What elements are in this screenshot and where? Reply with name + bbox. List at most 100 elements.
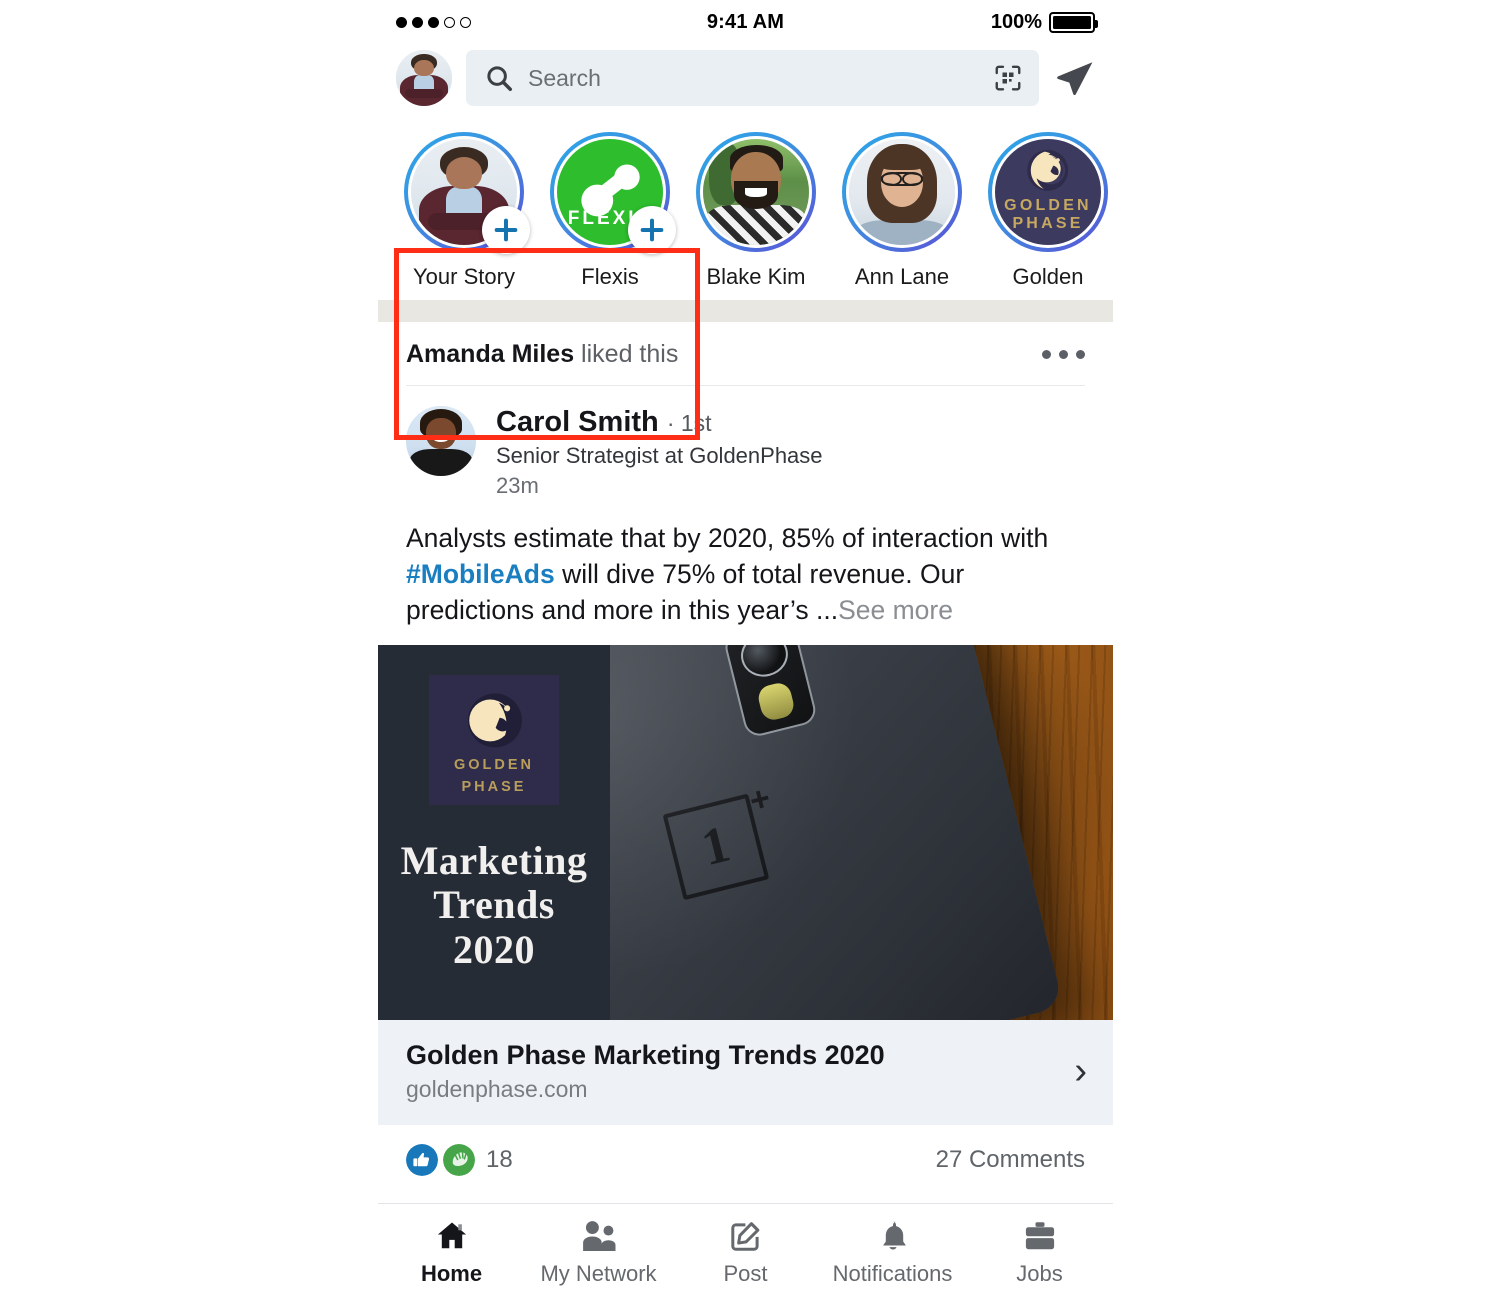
story-ring	[842, 132, 962, 252]
status-bar: 9:41 AM 100%	[378, 0, 1113, 44]
clap-reaction-icon[interactable]	[443, 1143, 475, 1176]
post-reactions-row: 18 27 Comments	[378, 1125, 1113, 1181]
briefcase-icon	[1020, 1214, 1060, 1254]
story-ring: FLEXIS	[550, 132, 676, 254]
more-options-icon[interactable]	[1042, 350, 1085, 359]
battery-icon	[1049, 11, 1098, 33]
story-label: Golden	[1012, 264, 1084, 289]
golden-brand-line2: PHASE	[1012, 215, 1084, 233]
author-headline: Senior Strategist at GoldenPhase	[496, 443, 823, 469]
phone-brand-logo: 1	[662, 793, 769, 901]
search-icon	[487, 66, 512, 91]
media-headline-line1: Marketing	[400, 837, 588, 883]
connection-degree: · 1st	[666, 410, 712, 436]
people-icon	[578, 1214, 620, 1254]
story-golden[interactable]: GOLDEN PHASE Golden	[988, 132, 1108, 290]
nav-label: Home	[420, 1260, 483, 1286]
story-thumbnail	[849, 139, 955, 245]
story-ann-lane[interactable]: Ann Lane	[842, 132, 962, 290]
stories-carousel[interactable]: Your Story FLEXIS Flexis Blake Kim Ann L…	[378, 118, 1113, 440]
post-body-text: Analysts estimate that by 2020, 85% of i…	[378, 499, 1113, 644]
bottom-navigation-bar: Home My Network Post Notifications Jobs	[378, 1203, 1113, 1296]
section-divider	[378, 300, 1113, 322]
story-thumbnail: GOLDEN PHASE	[995, 139, 1101, 245]
compose-icon	[727, 1214, 765, 1254]
media-headline-line2: Trends	[433, 882, 555, 928]
bell-icon	[874, 1214, 912, 1254]
story-label: Flexis	[581, 264, 639, 289]
golden-brand-line1: GOLDEN	[1004, 197, 1092, 215]
nav-label: Post	[723, 1260, 768, 1286]
phone-brand-mark: 1	[695, 815, 735, 878]
see-more-link[interactable]: See more	[838, 595, 953, 625]
author-photo	[406, 406, 476, 476]
story-ring	[696, 132, 816, 252]
status-bar-clock: 9:41 AM	[706, 10, 785, 33]
story-your-story[interactable]: Your Story	[404, 132, 530, 290]
moon-logo-icon	[1027, 150, 1069, 192]
hashtag-mobileads[interactable]: #MobileAds	[406, 559, 555, 589]
post-text-part1: Analysts estimate that by 2020, 85% of i…	[406, 523, 1049, 554]
chevron-right-icon[interactable]: ›	[1074, 1052, 1087, 1090]
social-proof-row: Amanda Miles liked this	[378, 322, 1113, 385]
media-headline: Marketing Trends 2020	[400, 837, 588, 973]
author-name-text: Carol Smith	[496, 406, 659, 438]
story-flexis[interactable]: FLEXIS Flexis	[550, 132, 676, 290]
send-message-icon[interactable]	[1053, 56, 1097, 100]
moon-logo-icon	[468, 693, 523, 748]
search-input[interactable]: Search	[466, 50, 1039, 106]
nav-item-my-network[interactable]: My Network	[525, 1214, 672, 1287]
comments-count[interactable]: 27 Comments	[936, 1146, 1085, 1174]
media-headline-line3: 2020	[453, 927, 535, 973]
author-name[interactable]: Carol Smith · 1st	[496, 406, 823, 439]
camera-flash	[755, 680, 796, 723]
post-timestamp: 23m	[496, 473, 539, 499]
story-thumbnail	[703, 139, 809, 245]
nav-item-notifications[interactable]: Notifications	[819, 1214, 966, 1287]
plus-icon	[640, 218, 664, 242]
social-proof-action: liked this	[574, 340, 679, 368]
link-title: Golden Phase Marketing Trends 2020	[406, 1039, 885, 1070]
goldenphase-logo: GOLDEN PHASE	[429, 674, 559, 805]
plus-icon	[494, 218, 518, 242]
post-media[interactable]: GOLDEN PHASE Marketing Trends 2020 1 +	[378, 644, 1113, 1020]
profile-photo	[396, 50, 452, 106]
post-author-row[interactable]: Carol Smith · 1st Senior Strategist at G…	[378, 386, 1113, 499]
avatar[interactable]	[396, 50, 452, 106]
search-placeholder: Search	[528, 64, 601, 91]
link-preview-text: Golden Phase Marketing Trends 2020 golde…	[406, 1040, 885, 1103]
nav-item-post[interactable]: Post	[672, 1214, 819, 1287]
media-brand-panel: GOLDEN PHASE Marketing Trends 2020	[378, 644, 610, 1020]
avatar[interactable]	[406, 406, 476, 476]
media-photo: 1	[610, 644, 1113, 1020]
story-label: Your Story	[413, 264, 515, 289]
nav-label: My Network	[540, 1260, 657, 1286]
phone-camera-module	[722, 644, 819, 739]
story-label: Ann Lane	[854, 264, 950, 289]
social-proof-text: Amanda Miles liked this	[406, 340, 678, 369]
link-preview-card[interactable]: Golden Phase Marketing Trends 2020 golde…	[378, 1019, 1113, 1125]
link-url: goldenphase.com	[406, 1075, 588, 1102]
nav-label: Jobs	[1016, 1260, 1063, 1286]
nav-item-jobs[interactable]: Jobs	[966, 1214, 1113, 1287]
add-story-badge[interactable]	[482, 206, 530, 254]
linkedin-mobile-app: 9:41 AM 100% Search Your Story FLEXIS Fl…	[378, 0, 1113, 1296]
reaction-icons[interactable]	[406, 1143, 475, 1176]
story-ring: GOLDEN PHASE	[988, 132, 1108, 252]
story-blake-kim[interactable]: Blake Kim	[696, 132, 816, 290]
story-label: Blake Kim	[706, 264, 806, 289]
home-icon	[432, 1214, 472, 1254]
logo-line1: GOLDEN	[453, 756, 535, 773]
app-header: Search	[378, 44, 1113, 118]
social-proof-actor[interactable]: Amanda Miles	[406, 340, 574, 368]
camera-lens	[736, 644, 792, 682]
add-story-badge[interactable]	[628, 206, 676, 254]
reaction-count[interactable]: 18	[486, 1146, 513, 1174]
thumbs-up-reaction-icon[interactable]	[406, 1143, 438, 1176]
story-ring	[404, 132, 530, 254]
post-author-meta: Carol Smith · 1st Senior Strategist at G…	[496, 406, 823, 499]
qr-scan-icon[interactable]	[993, 63, 1023, 93]
feed-post: Amanda Miles liked this Carol Smith · 1s…	[378, 322, 1113, 1181]
nav-label: Notifications	[832, 1260, 953, 1286]
nav-item-home[interactable]: Home	[378, 1214, 525, 1287]
